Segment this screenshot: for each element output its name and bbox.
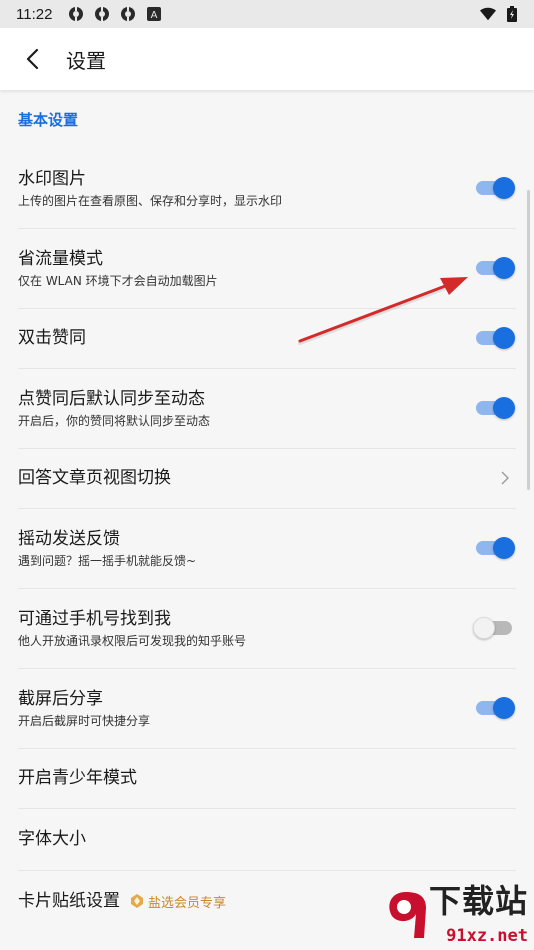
setting-title: 卡片贴纸设置 bbox=[18, 891, 120, 911]
toggle-knob bbox=[493, 397, 515, 419]
setting-title-line: 字体大小 bbox=[18, 827, 534, 851]
setting-title-line: 双击赞同 bbox=[18, 326, 534, 350]
setting-title: 回答文章页视图切换 bbox=[18, 468, 171, 488]
setting-row[interactable]: 开启青少年模式 bbox=[0, 748, 534, 808]
page-title: 设置 bbox=[66, 48, 106, 73]
toggle-switch-on[interactable] bbox=[476, 177, 515, 199]
setting-row[interactable]: 摇动发送反馈遇到问题？摇一摇手机就能反馈~ bbox=[0, 508, 534, 588]
toggle-knob bbox=[493, 327, 515, 349]
toggle-knob bbox=[493, 177, 515, 199]
setting-title: 开启青少年模式 bbox=[18, 768, 137, 788]
setting-row[interactable]: 双击赞同 bbox=[0, 308, 534, 368]
setting-row[interactable]: 截屏后分享开启后截屏时可快捷分享 bbox=[0, 668, 534, 748]
sync-icon bbox=[120, 6, 136, 22]
toggle-knob bbox=[493, 257, 515, 279]
setting-row[interactable]: 字体大小 bbox=[0, 808, 534, 870]
app-bar: 设置 bbox=[0, 28, 534, 90]
toggle-knob bbox=[473, 617, 495, 639]
setting-title-line: 截屏后分享 bbox=[18, 687, 534, 711]
setting-title-line: 可通过手机号找到我 bbox=[18, 607, 534, 631]
keyboard-a-icon: A bbox=[146, 6, 162, 22]
toggle-switch-on[interactable] bbox=[476, 537, 515, 559]
setting-subtitle: 开启后截屏时可快捷分享 bbox=[18, 713, 151, 728]
status-notification-icons: A bbox=[68, 6, 162, 22]
crown-icon bbox=[131, 894, 143, 908]
setting-title: 摇动发送反馈 bbox=[18, 528, 120, 549]
setting-title-line: 开启青少年模式 bbox=[18, 766, 534, 790]
toggle-knob bbox=[493, 697, 515, 719]
toggle-switch-on[interactable] bbox=[476, 397, 515, 419]
vip-badge-label: 盐选会员专享 bbox=[148, 895, 227, 911]
setting-row[interactable]: 点赞同后默认同步至动态开启后，你的赞同将默认同步至动态 bbox=[0, 368, 534, 448]
status-bar: 11:22 A bbox=[0, 0, 534, 28]
setting-title: 截屏后分享 bbox=[18, 688, 103, 709]
sync-icon bbox=[68, 6, 84, 22]
setting-title-line: 回答文章页视图切换 bbox=[18, 466, 534, 490]
toggle-switch-off[interactable] bbox=[473, 617, 512, 639]
setting-title: 省流量模式 bbox=[18, 248, 103, 269]
scrollbar[interactable] bbox=[527, 190, 530, 490]
setting-subtitle: 仅在 WLAN 环境下才会自动加载图片 bbox=[18, 273, 218, 288]
back-arrow-icon bbox=[26, 48, 39, 70]
watermark-url: 91xz.net bbox=[446, 926, 528, 946]
watermark-logo bbox=[389, 892, 426, 938]
setting-title-line: 水印图片 bbox=[18, 167, 534, 191]
toggle-switch-on[interactable] bbox=[476, 257, 515, 279]
setting-title: 双击赞同 bbox=[18, 328, 86, 348]
battery-icon bbox=[504, 6, 520, 22]
sync-icon bbox=[94, 6, 110, 22]
svg-text:A: A bbox=[151, 10, 158, 21]
setting-row[interactable]: 省流量模式仅在 WLAN 环境下才会自动加载图片 bbox=[0, 228, 534, 308]
wifi-icon bbox=[480, 6, 496, 22]
settings-list: 基本设置 水印图片上传的图片在查看原图、保存和分享时，显示水印省流量模式仅在 W… bbox=[0, 90, 534, 950]
setting-subtitle: 他人开放通讯录权限后可发现我的知乎账号 bbox=[18, 633, 247, 648]
setting-title: 可通过手机号找到我 bbox=[18, 608, 171, 629]
setting-title: 点赞同后默认同步至动态 bbox=[18, 388, 205, 409]
toggle-knob bbox=[493, 537, 515, 559]
toggle-switch-on[interactable] bbox=[476, 327, 515, 349]
setting-title-line: 省流量模式 bbox=[18, 247, 534, 271]
vip-badge: 盐选会员专享 bbox=[130, 892, 226, 911]
setting-title-line: 点赞同后默认同步至动态 bbox=[18, 387, 534, 411]
site-watermark: 下载站 91xz.net bbox=[384, 882, 534, 950]
setting-subtitle: 开启后，你的赞同将默认同步至动态 bbox=[18, 413, 211, 428]
setting-title-line: 摇动发送反馈 bbox=[18, 527, 534, 551]
status-system-icons bbox=[480, 6, 520, 22]
section-header: 基本设置 bbox=[18, 110, 79, 129]
back-button[interactable] bbox=[18, 45, 46, 73]
setting-row[interactable]: 可通过手机号找到我他人开放通讯录权限后可发现我的知乎账号 bbox=[0, 588, 534, 668]
watermark-brand: 下载站 bbox=[428, 882, 528, 920]
setting-title: 水印图片 bbox=[18, 168, 86, 189]
setting-subtitle: 遇到问题？摇一摇手机就能反馈~ bbox=[18, 553, 197, 568]
status-time: 11:22 bbox=[16, 5, 53, 23]
setting-title: 字体大小 bbox=[18, 829, 86, 849]
toggle-switch-on[interactable] bbox=[476, 697, 515, 719]
setting-row[interactable]: 水印图片上传的图片在查看原图、保存和分享时，显示水印 bbox=[0, 148, 534, 228]
chevron-right-icon bbox=[498, 471, 512, 485]
setting-subtitle: 上传的图片在查看原图、保存和分享时，显示水印 bbox=[18, 193, 283, 208]
setting-row[interactable]: 回答文章页视图切换 bbox=[0, 448, 534, 508]
